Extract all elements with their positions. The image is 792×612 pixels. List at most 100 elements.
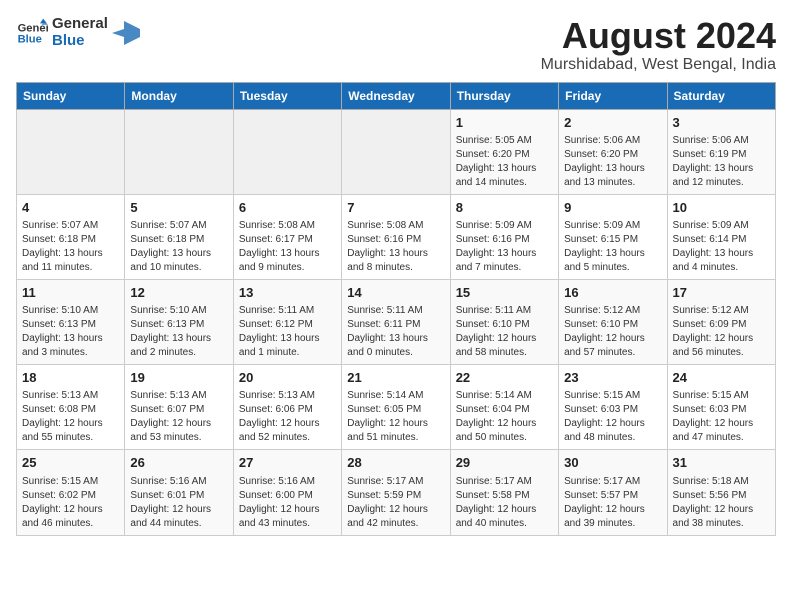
calendar-week-1: 1 Sunrise: 5:05 AM Sunset: 6:20 PM Daylig… — [17, 109, 776, 194]
calendar-cell: 24 Sunrise: 5:15 AM Sunset: 6:03 PM Dayli… — [667, 365, 775, 450]
day-number: 5 — [130, 199, 227, 217]
calendar-cell: 7 Sunrise: 5:08 AM Sunset: 6:16 PM Daylig… — [342, 194, 450, 279]
day-info: Sunrise: 5:13 AM Sunset: 6:08 PM Dayligh… — [22, 389, 119, 445]
calendar-cell: 26Sunrise: 5:16 AM Sunset: 6:01 PM Dayli… — [125, 450, 233, 535]
weekday-header-row: SundayMondayTuesdayWednesdayThursdayFrid… — [17, 82, 776, 109]
title-block: August 2024 Murshidabad, West Bengal, In… — [541, 16, 776, 74]
calendar-cell: 31 Sunrise: 5:18 AM Sunset: 5:56 PM Dayli… — [667, 450, 775, 535]
day-info: Sunrise: 5:15 AM Sunset: 6:03 PM Dayligh… — [564, 389, 661, 445]
day-number: 2 — [564, 114, 661, 132]
calendar-cell: 4Sunrise: 5:07 AM Sunset: 6:18 PM Daylig… — [17, 194, 125, 279]
day-number: 10 — [673, 199, 770, 217]
day-number: 7 — [347, 199, 444, 217]
day-info: Sunrise: 5:06 AM Sunset: 6:20 PM Dayligh… — [564, 134, 661, 190]
day-info: Sunrise: 5:11 AM Sunset: 6:10 PM Dayligh… — [456, 304, 553, 360]
day-number: 23 — [564, 369, 661, 387]
day-info: Sunrise: 5:10 AM Sunset: 6:13 PM Dayligh… — [22, 304, 119, 360]
day-number: 17 — [673, 284, 770, 302]
calendar-week-3: 11 Sunrise: 5:10 AM Sunset: 6:13 PM Dayli… — [17, 279, 776, 364]
calendar-cell: 9 Sunrise: 5:09 AM Sunset: 6:15 PM Daylig… — [559, 194, 667, 279]
calendar-cell: 14 Sunrise: 5:11 AM Sunset: 6:11 PM Dayli… — [342, 279, 450, 364]
day-number: 6 — [239, 199, 336, 217]
calendar-cell: 6 Sunrise: 5:08 AM Sunset: 6:17 PM Daylig… — [233, 194, 341, 279]
day-number: 16 — [564, 284, 661, 302]
day-info: Sunrise: 5:07 AM Sunset: 6:18 PM Dayligh… — [22, 219, 119, 275]
day-info: Sunrise: 5:14 AM Sunset: 6:05 PM Dayligh… — [347, 389, 444, 445]
calendar-cell: 18 Sunrise: 5:13 AM Sunset: 6:08 PM Dayli… — [17, 365, 125, 450]
calendar-cell: 16 Sunrise: 5:12 AM Sunset: 6:10 PM Dayli… — [559, 279, 667, 364]
day-info: Sunrise: 5:13 AM Sunset: 6:07 PM Dayligh… — [130, 389, 227, 445]
weekday-header-friday: Friday — [559, 82, 667, 109]
calendar-cell: 3Sunrise: 5:06 AM Sunset: 6:19 PM Daylig… — [667, 109, 775, 194]
location-title: Murshidabad, West Bengal, India — [541, 56, 776, 74]
calendar-cell: 10 Sunrise: 5:09 AM Sunset: 6:14 PM Dayli… — [667, 194, 775, 279]
day-info: Sunrise: 5:05 AM Sunset: 6:20 PM Dayligh… — [456, 134, 553, 190]
day-number: 24 — [673, 369, 770, 387]
day-info: Sunrise: 5:15 AM Sunset: 6:03 PM Dayligh… — [673, 389, 770, 445]
day-number: 30 — [564, 454, 661, 472]
calendar-cell: 20 Sunrise: 5:13 AM Sunset: 6:06 PM Dayli… — [233, 365, 341, 450]
logo-blue: Blue — [52, 33, 108, 50]
day-number: 20 — [239, 369, 336, 387]
day-number: 22 — [456, 369, 553, 387]
weekday-header-sunday: Sunday — [17, 82, 125, 109]
calendar-cell: 8 Sunrise: 5:09 AM Sunset: 6:16 PM Daylig… — [450, 194, 558, 279]
day-number: 3 — [673, 114, 770, 132]
day-number: 11 — [22, 284, 119, 302]
calendar-cell: 11 Sunrise: 5:10 AM Sunset: 6:13 PM Dayli… — [17, 279, 125, 364]
day-info: Sunrise: 5:09 AM Sunset: 6:14 PM Dayligh… — [673, 219, 770, 275]
weekday-header-wednesday: Wednesday — [342, 82, 450, 109]
calendar-week-2: 4Sunrise: 5:07 AM Sunset: 6:18 PM Daylig… — [17, 194, 776, 279]
calendar-cell: 5 Sunrise: 5:07 AM Sunset: 6:18 PM Daylig… — [125, 194, 233, 279]
calendar-cell — [233, 109, 341, 194]
day-number: 9 — [564, 199, 661, 217]
day-info: Sunrise: 5:10 AM Sunset: 6:13 PM Dayligh… — [130, 304, 227, 360]
calendar-cell: 2 Sunrise: 5:06 AM Sunset: 6:20 PM Daylig… — [559, 109, 667, 194]
day-number: 1 — [456, 114, 553, 132]
calendar-cell: 13 Sunrise: 5:11 AM Sunset: 6:12 PM Dayli… — [233, 279, 341, 364]
day-info: Sunrise: 5:07 AM Sunset: 6:18 PM Dayligh… — [130, 219, 227, 275]
weekday-header-thursday: Thursday — [450, 82, 558, 109]
day-info: Sunrise: 5:08 AM Sunset: 6:17 PM Dayligh… — [239, 219, 336, 275]
calendar-week-4: 18 Sunrise: 5:13 AM Sunset: 6:08 PM Dayli… — [17, 365, 776, 450]
weekday-header-monday: Monday — [125, 82, 233, 109]
day-info: Sunrise: 5:11 AM Sunset: 6:11 PM Dayligh… — [347, 304, 444, 360]
day-info: Sunrise: 5:13 AM Sunset: 6:06 PM Dayligh… — [239, 389, 336, 445]
svg-text:Blue: Blue — [18, 33, 42, 45]
day-info: Sunrise: 5:09 AM Sunset: 6:15 PM Dayligh… — [564, 219, 661, 275]
day-info: Sunrise: 5:18 AM Sunset: 5:56 PM Dayligh… — [673, 475, 770, 531]
day-info: Sunrise: 5:08 AM Sunset: 6:16 PM Dayligh… — [347, 219, 444, 275]
calendar-cell: 22 Sunrise: 5:14 AM Sunset: 6:04 PM Dayli… — [450, 365, 558, 450]
day-info: Sunrise: 5:14 AM Sunset: 6:04 PM Dayligh… — [456, 389, 553, 445]
page-header: General Blue General Blue August 2024 Mu… — [16, 16, 776, 74]
day-number: 15 — [456, 284, 553, 302]
day-number: 21 — [347, 369, 444, 387]
day-number: 27 — [239, 454, 336, 472]
day-info: Sunrise: 5:16 AM Sunset: 6:00 PM Dayligh… — [239, 475, 336, 531]
calendar-cell: 29Sunrise: 5:17 AM Sunset: 5:58 PM Dayli… — [450, 450, 558, 535]
calendar-table: SundayMondayTuesdayWednesdayThursdayFrid… — [16, 82, 776, 536]
day-number: 28 — [347, 454, 444, 472]
month-title: August 2024 — [541, 16, 776, 56]
day-info: Sunrise: 5:12 AM Sunset: 6:10 PM Dayligh… — [564, 304, 661, 360]
calendar-cell: 21 Sunrise: 5:14 AM Sunset: 6:05 PM Dayli… — [342, 365, 450, 450]
logo-general: General — [52, 16, 108, 33]
day-info: Sunrise: 5:16 AM Sunset: 6:01 PM Dayligh… — [130, 475, 227, 531]
calendar-cell: 30Sunrise: 5:17 AM Sunset: 5:57 PM Dayli… — [559, 450, 667, 535]
day-number: 19 — [130, 369, 227, 387]
calendar-week-5: 25Sunrise: 5:15 AM Sunset: 6:02 PM Dayli… — [17, 450, 776, 535]
day-number: 31 — [673, 454, 770, 472]
day-info: Sunrise: 5:12 AM Sunset: 6:09 PM Dayligh… — [673, 304, 770, 360]
day-info: Sunrise: 5:09 AM Sunset: 6:16 PM Dayligh… — [456, 219, 553, 275]
calendar-cell: 19 Sunrise: 5:13 AM Sunset: 6:07 PM Dayli… — [125, 365, 233, 450]
day-info: Sunrise: 5:15 AM Sunset: 6:02 PM Dayligh… — [22, 475, 119, 531]
day-info: Sunrise: 5:17 AM Sunset: 5:58 PM Dayligh… — [456, 475, 553, 531]
day-number: 13 — [239, 284, 336, 302]
day-number: 18 — [22, 369, 119, 387]
day-info: Sunrise: 5:11 AM Sunset: 6:12 PM Dayligh… — [239, 304, 336, 360]
logo-icon: General Blue — [16, 17, 48, 49]
calendar-cell: 28Sunrise: 5:17 AM Sunset: 5:59 PM Dayli… — [342, 450, 450, 535]
day-number: 8 — [456, 199, 553, 217]
logo-arrow-icon — [112, 19, 140, 47]
day-number: 14 — [347, 284, 444, 302]
